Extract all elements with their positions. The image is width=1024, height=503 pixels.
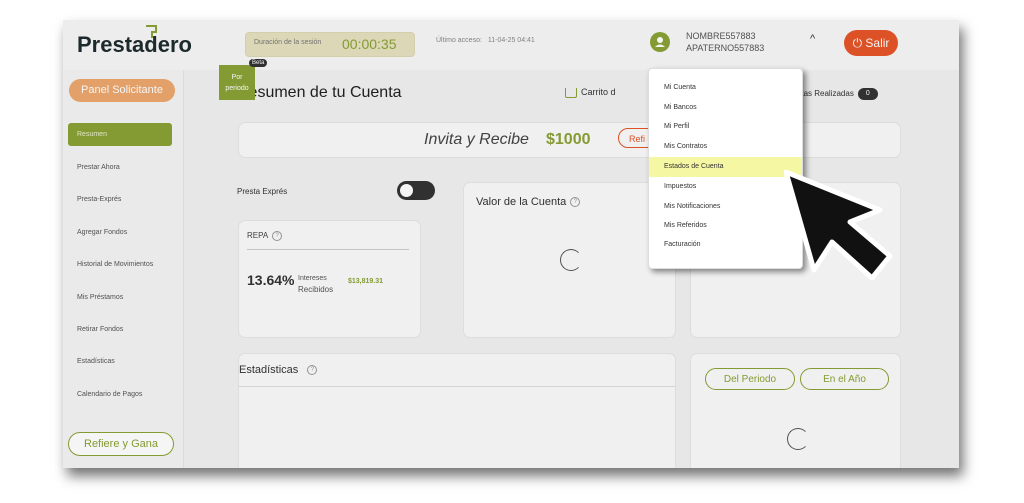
sidebar-item-presta-expres[interactable]: Presta-Exprés [77, 196, 121, 203]
repa-label-text: REPA [247, 231, 269, 241]
intereses-label: Intereses [298, 275, 327, 282]
panel-solicitante-button[interactable]: Panel Solicitante [69, 79, 175, 102]
logout-label: Salir [865, 36, 890, 50]
sidebar-item-prestar-ahora[interactable]: Prestar Ahora [77, 164, 120, 171]
por-periodo-line1: Por [231, 74, 243, 81]
logo-mark-icon [146, 25, 157, 38]
sidebar-item-estadisticas[interactable]: Estadísticas [77, 358, 115, 365]
session-timer: Duración de la sesión 00:00:35 [245, 32, 415, 57]
last-access-value: 11-04-25 04:41 [487, 37, 535, 44]
help-icon[interactable]: ? [570, 197, 581, 208]
sidebar-item-label: Resumen [77, 131, 107, 138]
sidebar-item-retirar-fondos[interactable]: Retirar Fondos [77, 326, 123, 333]
menu-item-mi-bancos[interactable]: Mi Bancos [649, 98, 802, 118]
divider [247, 249, 409, 250]
help-icon[interactable]: ? [272, 231, 283, 241]
en-el-ano-button[interactable]: En el Año [800, 368, 889, 390]
invite-text: Invita y Recibe [424, 131, 529, 148]
menu-item-estados-de-cuenta[interactable]: Estados de Cuenta [649, 157, 802, 177]
repa-card: REPA? 13.64% Intereses Recibidos $13,819… [238, 220, 421, 338]
user-name[interactable]: NOMBRE557883 APATERNO557883 [686, 30, 764, 54]
menu-item-mis-contratos[interactable]: Mis Contratos [649, 137, 802, 157]
cart-link[interactable]: Carrito d [565, 87, 616, 98]
repa-label: REPA? [247, 231, 283, 241]
menu-item-impuestos[interactable]: Impuestos [649, 177, 802, 197]
app-window: Prestadero Duración de la sesión 00:00:3… [63, 20, 959, 468]
help-icon[interactable]: ? [307, 365, 318, 376]
sidebar: Panel Solicitante Resumen Prestar Ahora … [63, 70, 184, 468]
avatar[interactable] [650, 32, 670, 52]
power-icon: ⏻ [852, 36, 863, 50]
menu-item-mis-notificaciones[interactable]: Mis Notificaciones [649, 197, 802, 217]
chevron-up-icon[interactable]: ^ [810, 33, 815, 45]
presta-expres-label: Presta Exprés [237, 187, 288, 196]
app-content: Prestadero Duración de la sesión 00:00:3… [63, 20, 959, 468]
pointer-cursor-icon [784, 170, 893, 280]
sidebar-item-calendario[interactable]: Calendario de Pagos [77, 391, 142, 398]
toggle-knob [400, 184, 413, 197]
cart-icon [565, 87, 577, 98]
repa-percent: 13.64% [247, 272, 295, 288]
cart-label: Carrito d [581, 87, 616, 97]
user-last-name: APATERNO557883 [686, 43, 765, 53]
menu-item-mis-referidos[interactable]: Mis Referidos [649, 216, 802, 236]
del-periodo-button[interactable]: Del Periodo [705, 368, 795, 390]
refiere-y-gana-button[interactable]: Refiere y Gana [68, 432, 174, 456]
last-access: Último acceso: 11-04-25 04:41 [436, 37, 535, 44]
estadisticas-label: Estadísticas? [239, 364, 318, 376]
por-periodo-button[interactable]: Por periodo [219, 65, 255, 100]
invite-amount: $1000 [546, 131, 591, 148]
menu-item-facturacion[interactable]: Facturación [649, 235, 802, 255]
sidebar-item-resumen[interactable]: Resumen [68, 123, 172, 146]
divider [239, 386, 675, 387]
logout-button[interactable]: ⏻ Salir [844, 30, 898, 56]
estadisticas-card: Estadísticas? [238, 353, 676, 468]
por-periodo-line2: periodo [225, 85, 249, 92]
loading-spinner-icon [787, 428, 809, 450]
valor-cuenta-label: Valor de la Cuenta? [476, 196, 581, 208]
menu-item-mi-cuenta[interactable]: Mi Cuenta [649, 78, 802, 98]
session-label: Duración de la sesión [254, 39, 322, 46]
account-dropdown-menu: Mi Cuenta Mi Bancos Mi Perfil Mis Contra… [648, 68, 803, 269]
repa-amount: $13,819.31 [348, 278, 384, 285]
page-title: Resumen de tu Cuenta [237, 84, 402, 101]
valor-cuenta-text: Valor de la Cuenta [476, 196, 567, 208]
beta-badge: Beta [249, 59, 268, 67]
user-first-name: NOMBRE557883 [686, 31, 756, 41]
loading-spinner-icon [560, 249, 582, 271]
sidebar-item-agregar-fondos[interactable]: Agregar Fondos [77, 229, 127, 236]
recibidos-label: Recibidos [298, 285, 334, 294]
top-bar: Prestadero Duración de la sesión 00:00:3… [63, 20, 959, 70]
presta-expres-toggle[interactable] [397, 181, 435, 200]
user-icon [655, 37, 665, 47]
last-access-label: Último acceso: [436, 37, 482, 44]
session-value: 00:00:35 [342, 36, 397, 52]
valor-cuenta-card: Valor de la Cuenta? [463, 182, 676, 338]
period-card: Del Periodo En el Año [690, 353, 901, 468]
logo[interactable]: Prestadero [77, 32, 192, 58]
menu-item-mi-perfil[interactable]: Mi Perfil [649, 117, 802, 137]
estadisticas-text: Estadísticas [239, 364, 299, 376]
sidebar-item-mis-prestamos[interactable]: Mis Préstamos [77, 294, 123, 301]
sidebar-item-historial[interactable]: Historial de Movimientos [77, 261, 153, 268]
questions-count-badge: 0 [857, 88, 878, 100]
